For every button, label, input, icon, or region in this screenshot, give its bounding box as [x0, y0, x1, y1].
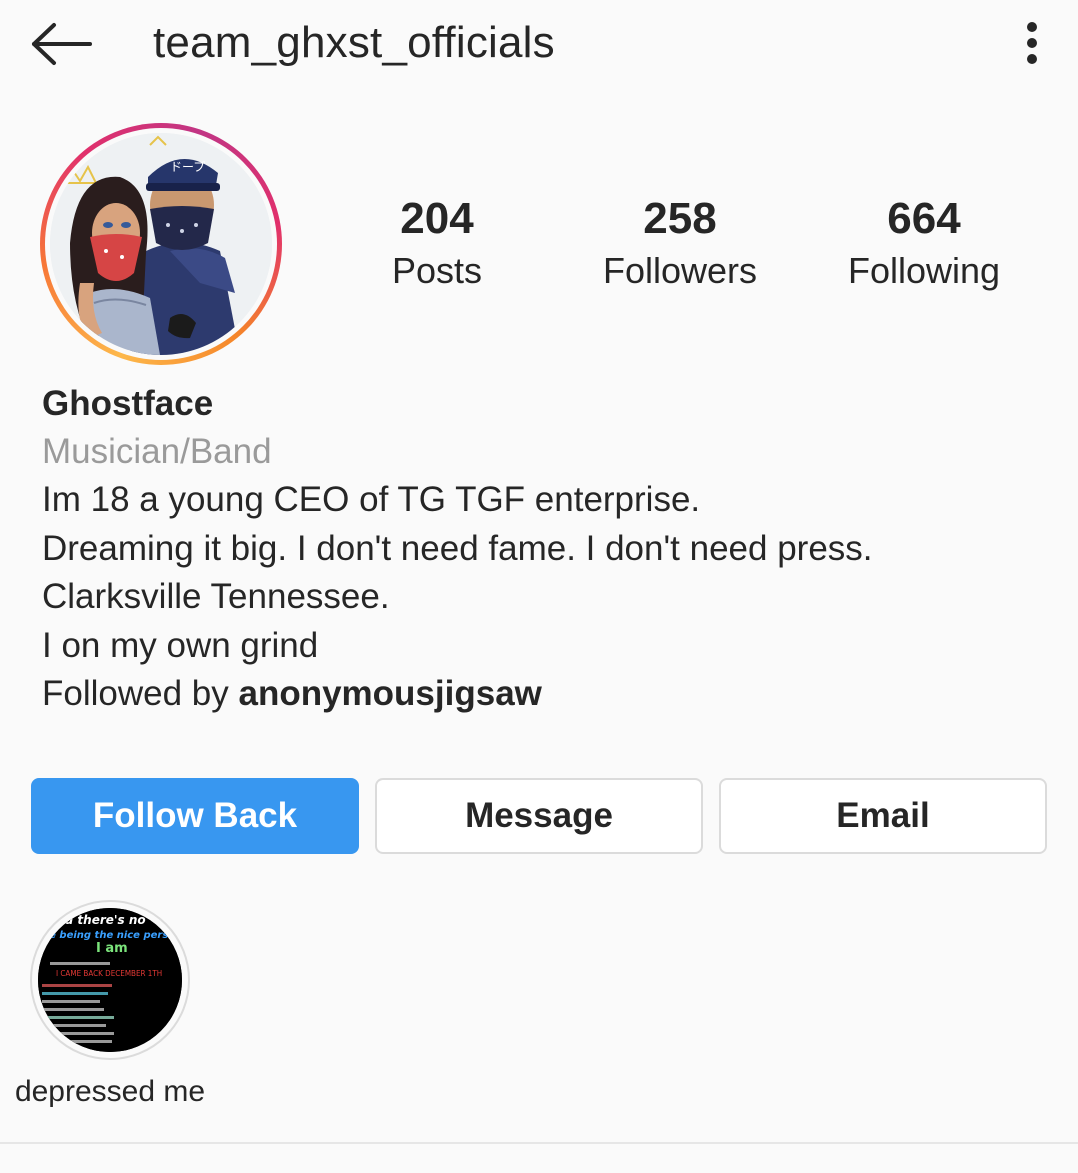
avatar-story-ring[interactable]: ドープ	[40, 123, 282, 365]
followers-label: Followers	[602, 250, 758, 291]
more-options-button[interactable]	[1004, 14, 1060, 72]
highlight-cover-ring[interactable]: and there's no be being the nice person …	[30, 900, 190, 1060]
stat-following[interactable]: 664 Following	[824, 190, 1024, 296]
vertical-dots-icon	[1027, 22, 1037, 64]
followed-by[interactable]: Followed by anonymousjigsaw	[42, 670, 1042, 719]
display-name: Ghostface	[42, 384, 214, 423]
page-title: team_ghxst_officials	[153, 18, 555, 67]
highlight-cover: and there's no be being the nice person …	[38, 908, 182, 1052]
posts-label: Posts	[391, 250, 483, 291]
stat-posts[interactable]: 204 Posts	[337, 190, 537, 296]
profile-bio: Ghostface Musician/Band Im 18 a young CE…	[42, 380, 1042, 719]
bio-line: Im 18 a young CEO of TG TGF enterprise.	[42, 480, 701, 519]
back-button[interactable]	[24, 14, 96, 74]
bio-line: Clarksville Tennessee.	[42, 577, 390, 616]
message-button[interactable]: Message	[375, 778, 703, 854]
following-count: 664	[887, 194, 961, 243]
highlight-label: depressed me	[14, 1075, 206, 1108]
highlight-cover-text: be being the nice person	[42, 930, 182, 941]
top-bar: team_ghxst_officials	[0, 0, 1078, 88]
following-label: Following	[847, 250, 1001, 291]
arrow-left-icon	[32, 23, 92, 65]
posts-count: 204	[400, 194, 474, 243]
highlight-cover-text: I am	[96, 941, 128, 956]
followers-count: 258	[643, 194, 717, 243]
highlight-cover-text: and there's no	[48, 913, 146, 927]
category-label: Musician/Band	[42, 432, 272, 471]
email-button[interactable]: Email	[719, 778, 1047, 854]
svg-text:ドープ: ドープ	[170, 160, 205, 174]
avatar: ドープ	[50, 133, 272, 355]
stat-followers[interactable]: 258 Followers	[580, 190, 780, 296]
story-highlight[interactable]: and there's no be being the nice person …	[10, 900, 210, 1112]
followed-by-user[interactable]: anonymousjigsaw	[238, 674, 541, 713]
highlight-cover-text: I CAME BACK DECEMBER 1TH	[56, 969, 162, 978]
bio-line: I on my own grind	[42, 625, 319, 665]
bio-line: Dreaming it big. I don't need fame. I do…	[42, 528, 873, 568]
section-divider	[0, 1142, 1078, 1144]
follow-back-button[interactable]: Follow Back	[31, 778, 359, 854]
followed-by-prefix: Followed by	[42, 674, 239, 713]
